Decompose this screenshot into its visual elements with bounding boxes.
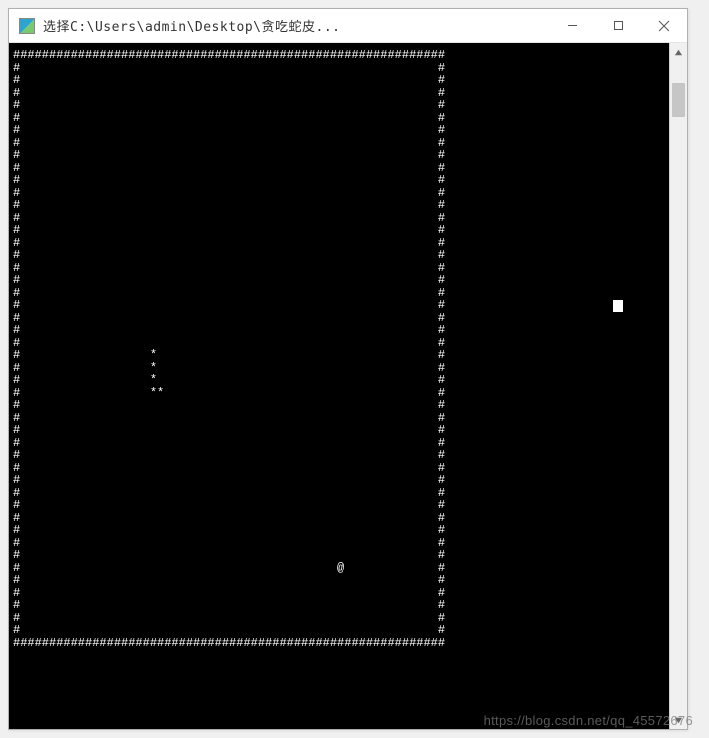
text-cursor (613, 300, 623, 312)
window-title: 选择C:\Users\admin\Desktop\贪吃蛇皮... (43, 16, 549, 35)
app-window: 选择C:\Users\admin\Desktop\贪吃蛇皮... #######… (8, 8, 688, 730)
console-viewport[interactable]: ########################################… (9, 43, 669, 729)
close-button[interactable] (641, 9, 687, 42)
scroll-down-button[interactable] (670, 711, 687, 729)
app-icon (19, 18, 35, 34)
maximize-button[interactable] (595, 9, 641, 42)
titlebar[interactable]: 选择C:\Users\admin\Desktop\贪吃蛇皮... (9, 9, 687, 43)
client-area: ########################################… (9, 43, 687, 729)
minimize-button[interactable] (549, 9, 595, 42)
vertical-scrollbar[interactable] (669, 43, 687, 729)
scrollbar-thumb[interactable] (672, 83, 685, 117)
window-controls (549, 9, 687, 42)
scroll-up-button[interactable] (670, 43, 687, 61)
game-board: ########################################… (13, 49, 445, 649)
